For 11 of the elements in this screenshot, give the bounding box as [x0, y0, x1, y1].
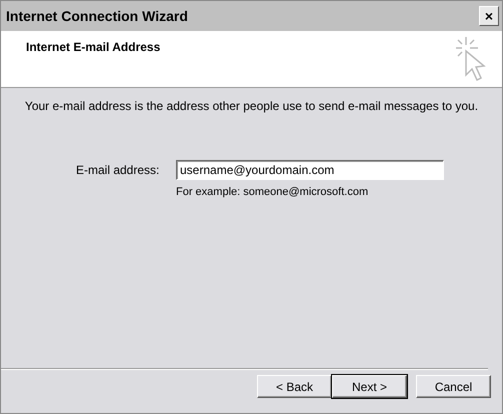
wizard-button[interactable]: Next > — [332, 375, 407, 398]
wizard-button[interactable]: Cancel — [416, 375, 491, 398]
example-hint: For example: someone@microsoft.com — [176, 186, 370, 198]
description-text: Your e-mail address is the address other people use to send e-mail messages to you. — [24, 99, 480, 113]
window-title: Internet Connection Wizard — [6, 8, 188, 24]
cursor-icon — [454, 35, 488, 83]
close-button[interactable]: × — [479, 6, 499, 26]
field-label: E-mail address: — [76, 163, 160, 177]
page-title: Internet E-mail Address — [26, 40, 160, 56]
wizard-button[interactable]: < Back — [257, 375, 332, 398]
email-field[interactable]: username@yourdomain.com — [176, 160, 444, 180]
